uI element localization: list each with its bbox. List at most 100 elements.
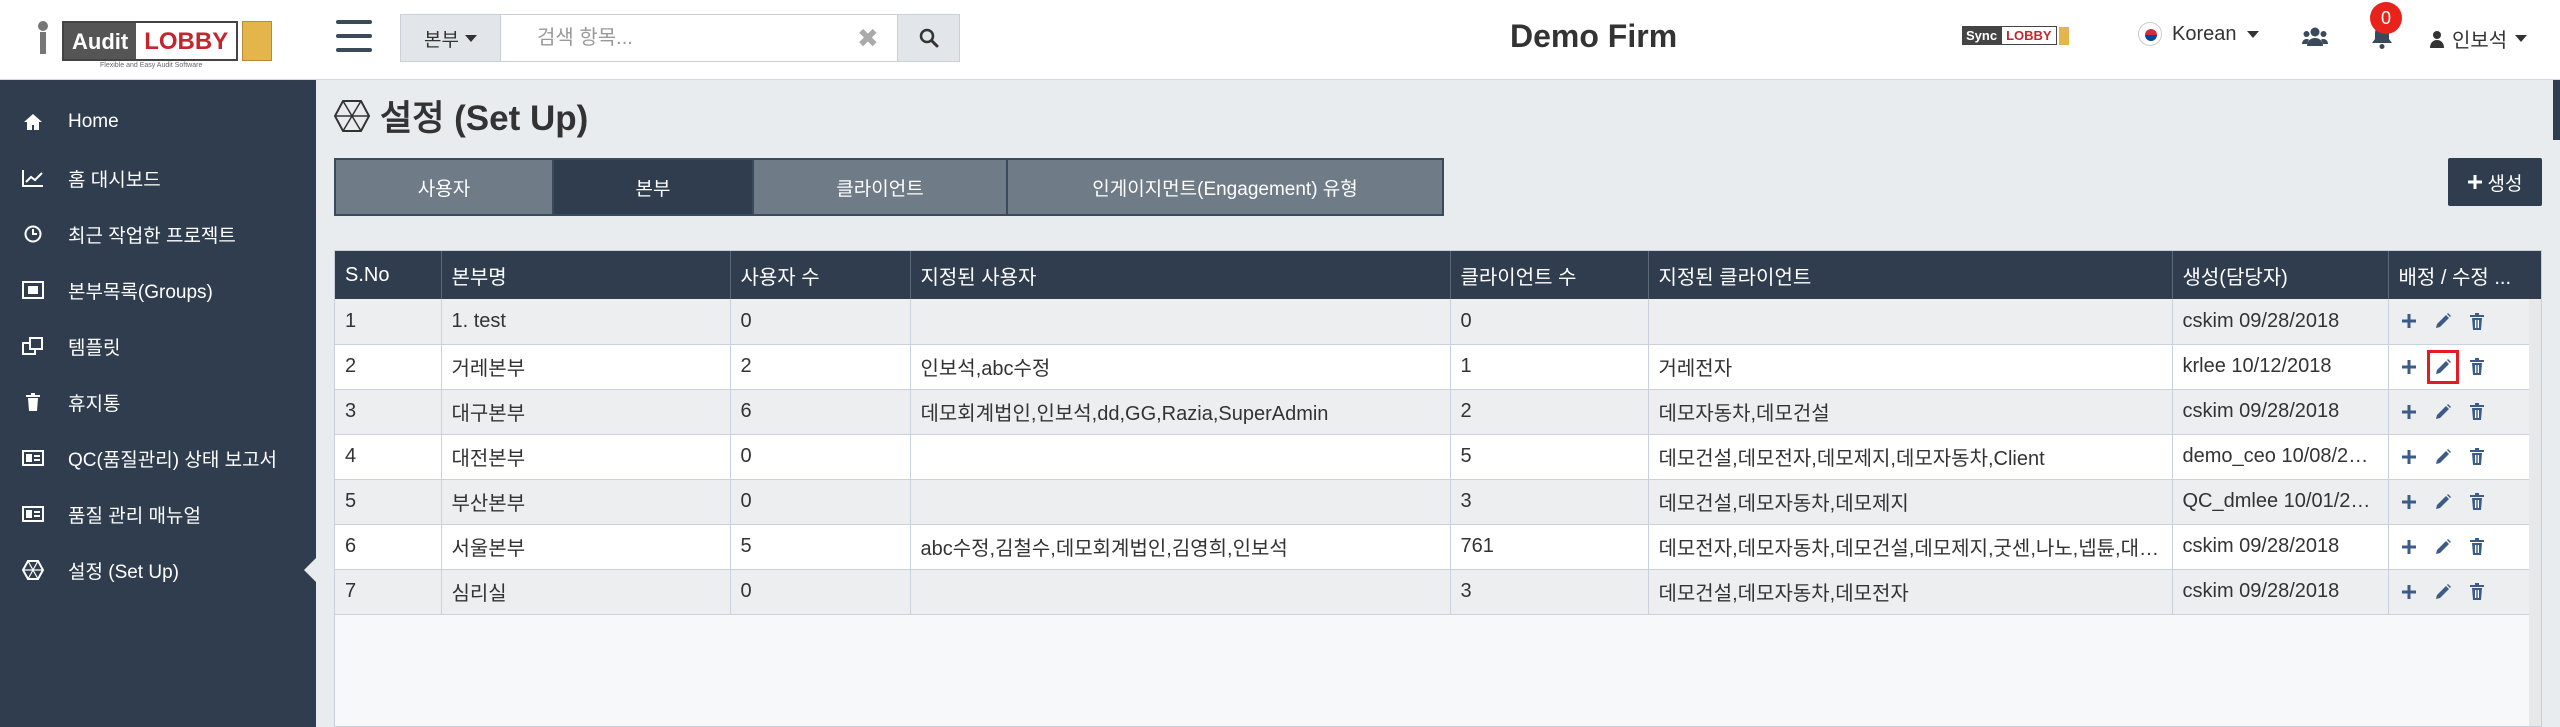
template-icon <box>22 337 44 355</box>
tab-groups[interactable]: 본부 <box>554 160 754 214</box>
sidebar-item-recent-projects[interactable]: 최근 작업한 프로젝트 <box>0 206 316 262</box>
cell-user-count: 2 <box>730 344 911 390</box>
notification-badge[interactable]: 0 <box>2370 2 2402 34</box>
sync-logo-text-1: Sync <box>1962 26 2002 45</box>
sidebar-item-label: 품질 관리 매뉴얼 <box>68 505 201 527</box>
edit-icon[interactable] <box>2433 310 2453 332</box>
column-header-actions[interactable]: 배정 / 수정 ... <box>2388 251 2541 299</box>
sidebar-item-groups[interactable]: 본부목록(Groups) <box>0 262 316 318</box>
auditlobby-logo[interactable]: Audit LOBBY Flexible and Easy Audit Soft… <box>30 14 273 69</box>
delete-icon[interactable] <box>2467 446 2487 468</box>
table-row[interactable]: 7 심리실 0 3 데모건설,데모자동차,데모전자 cskim 09/28/2018 <box>335 569 2541 615</box>
cell-user-count: 5 <box>730 524 911 570</box>
cell-client-count: 0 <box>1450 299 1649 345</box>
table-row[interactable]: 2 거레본부 2 인보석,abc수정 1 거레전자 krlee 10/12/2018 <box>335 344 2541 390</box>
assign-icon[interactable] <box>2399 536 2419 558</box>
assign-icon[interactable] <box>2399 491 2419 513</box>
language-selector[interactable]: Korean <box>2138 22 2259 46</box>
edit-icon[interactable] <box>2426 349 2459 384</box>
cell-assigned-users: 데모회계법인,인보석,dd,GG,Razia,SuperAdmin <box>910 389 1451 435</box>
create-button-label: 생성 <box>2487 173 2523 195</box>
table-row[interactable]: 6 서울본부 5 abc수정,김철수,데모회계법인,김영희,인보석 761 데모전자,데모… <box>335 524 2541 570</box>
delete-icon[interactable] <box>2467 356 2487 378</box>
table-header-row: S.No 본부명 사용자 수 지정된 사용자 클라이언트 수 지정된 클라이언트… <box>335 251 2541 299</box>
delete-icon[interactable] <box>2467 581 2487 603</box>
cell-actions <box>2388 299 2541 345</box>
page-title: 설정 (Set Up) <box>334 90 588 141</box>
delete-icon[interactable] <box>2467 491 2487 513</box>
assign-icon[interactable] <box>2399 446 2419 468</box>
delete-icon[interactable] <box>2467 310 2487 332</box>
cell-group-name: 심리실 <box>441 569 731 615</box>
assign-icon[interactable] <box>2399 310 2419 332</box>
search-input[interactable] <box>501 15 897 61</box>
sidebar-item-templates[interactable]: 템플릿 <box>0 318 316 374</box>
column-header-client-count[interactable]: 클라이언트 수 <box>1450 251 1649 299</box>
sync-lobby-logo[interactable]: Sync LOBBY <box>1962 26 2069 45</box>
sidebar-item-home[interactable]: Home <box>0 94 316 150</box>
tab-clients[interactable]: 클라이언트 <box>754 160 1008 214</box>
sidebar: Home 홈 대시보드 최근 작업한 프로젝트 본부목록(Groups) 템플릿… <box>0 80 316 727</box>
cell-assigned-users <box>910 569 1451 615</box>
tab-users[interactable]: 사용자 <box>336 160 554 214</box>
cell-client-count: 1 <box>1450 344 1649 390</box>
caret-down-icon <box>2515 35 2528 42</box>
page-title-text: 설정 (Set Up) <box>380 99 589 138</box>
users-icon[interactable] <box>2302 26 2328 48</box>
logo-figure-icon <box>30 17 56 65</box>
assign-icon[interactable] <box>2399 401 2419 423</box>
trash-icon <box>22 393 44 411</box>
cell-actions <box>2388 434 2541 480</box>
tab-engagement-types[interactable]: 인게이지먼트(Engagement) 유형 <box>1008 160 1442 214</box>
edit-icon[interactable] <box>2433 401 2453 423</box>
edit-icon[interactable] <box>2433 536 2453 558</box>
table-scrollbar[interactable] <box>2529 299 2541 726</box>
sidebar-item-trash[interactable]: 휴지통 <box>0 374 316 430</box>
cell-client-count: 3 <box>1450 479 1649 525</box>
sidebar-item-qc-report[interactable]: QC(품질관리) 상태 보고서 <box>0 430 316 486</box>
delete-icon[interactable] <box>2467 401 2487 423</box>
firm-name: Demo Firm <box>1510 18 1678 54</box>
column-header-sno[interactable]: S.No <box>335 251 442 299</box>
clear-search-icon[interactable]: ✖ <box>857 23 879 54</box>
cell-created-by: cskim 09/28/2018 <box>2172 389 2389 435</box>
cell-assigned-users <box>910 299 1451 345</box>
sidebar-item-label: 본부목록(Groups) <box>68 281 213 303</box>
column-header-user-count[interactable]: 사용자 수 <box>730 251 911 299</box>
cell-sno: 6 <box>335 524 442 570</box>
cell-assigned-users <box>910 479 1451 525</box>
sidebar-item-setup[interactable]: 설정 (Set Up) <box>0 542 316 598</box>
column-header-group-name[interactable]: 본부명 <box>441 251 731 299</box>
column-header-created-by[interactable]: 생성(담당자) <box>2172 251 2389 299</box>
cell-client-count: 5 <box>1450 434 1649 480</box>
edit-icon[interactable] <box>2433 581 2453 603</box>
menu-toggle-icon[interactable] <box>336 20 372 52</box>
edit-icon[interactable] <box>2433 446 2453 468</box>
logo-text-audit: Audit <box>64 23 137 59</box>
column-header-assigned-users[interactable]: 지정된 사용자 <box>910 251 1451 299</box>
assign-icon[interactable] <box>2399 356 2419 378</box>
row-actions <box>2399 491 2533 513</box>
sidebar-item-qc-manual[interactable]: 품질 관리 매뉴얼 <box>0 486 316 542</box>
cell-sno: 2 <box>335 344 442 390</box>
cell-assigned-clients: 데모건설,데모자동차,데모전자 <box>1648 569 2173 615</box>
cell-assigned-clients: 데모전자,데모자동차,데모건설,데모제지,굿센,나노,넵튠,대우전자 <box>1648 524 2173 570</box>
cell-sno: 7 <box>335 569 442 615</box>
search-scope-dropdown[interactable]: 본부 <box>401 15 501 61</box>
table-row[interactable]: 5 부산본부 0 3 데모건설,데모자동차,데모제지 QC_dmlee 10/01/201… <box>335 479 2541 525</box>
column-header-assigned-clients[interactable]: 지정된 클라이언트 <box>1648 251 2173 299</box>
user-menu[interactable]: 인보석 <box>2430 24 2528 53</box>
row-actions <box>2399 349 2533 384</box>
row-actions <box>2399 446 2533 468</box>
table-row[interactable]: 4 대전본부 0 5 데모건설,데모전자,데모제지,데모자동차,Client demo_c… <box>335 434 2541 480</box>
table-row[interactable]: 3 대구본부 6 데모회계법인,인보석,dd,GG,Razia,SuperAdmin 2… <box>335 389 2541 435</box>
create-button[interactable]: 생성 <box>2448 158 2542 206</box>
cell-sno: 4 <box>335 434 442 480</box>
table-row[interactable]: 1 1. test 0 0 cskim 09/28/2018 <box>335 299 2541 345</box>
sidebar-item-dashboard[interactable]: 홈 대시보드 <box>0 150 316 206</box>
assign-icon[interactable] <box>2399 581 2419 603</box>
search-button[interactable] <box>897 15 959 61</box>
delete-icon[interactable] <box>2467 536 2487 558</box>
edit-icon[interactable] <box>2433 491 2453 513</box>
report-icon <box>22 450 44 466</box>
